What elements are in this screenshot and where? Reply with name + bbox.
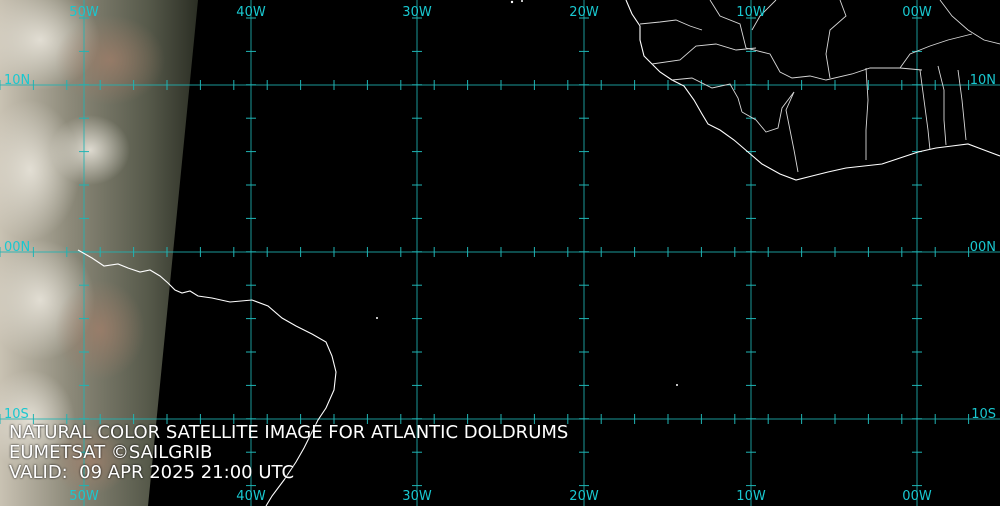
caption-valid-time: VALID: 09 APR 2025 21:00 UTC [9,462,295,483]
latitude-label-left: 10S [4,407,29,422]
longitude-label-top: 40W [236,5,266,20]
longitude-label-bottom: 40W [236,489,266,504]
image-caption: NATURAL COLOR SATELLITE IMAGE FOR ATLANT… [9,423,568,483]
longitude-label-top: 10W [736,5,766,20]
longitude-label-bottom: 20W [569,489,599,504]
longitude-label-top: 20W [569,5,599,20]
longitude-label-bottom: 30W [402,489,432,504]
longitude-label-top: 50W [69,5,99,20]
longitude-label-bottom: 00W [902,489,932,504]
caption-credit: EUMETSAT ©SAILGRIB [9,442,213,463]
latitude-label-right: 00N [970,240,996,255]
longitude-label-top: 30W [402,5,432,20]
longitude-label-top: 00W [902,5,932,20]
longitude-label-bottom: 10W [736,489,766,504]
latitude-label-right: 10N [970,73,996,88]
latitude-label-left: 00N [4,240,30,255]
latitude-label-right: 10S [971,407,996,422]
longitude-label-bottom: 50W [69,489,99,504]
latitude-label-left: 10N [4,73,30,88]
caption-title: NATURAL COLOR SATELLITE IMAGE FOR ATLANT… [9,422,569,443]
